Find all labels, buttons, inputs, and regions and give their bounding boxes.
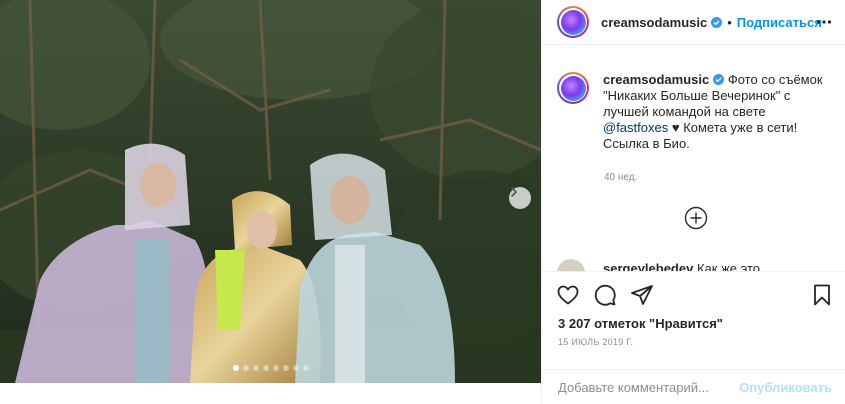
comment-item: sergeylebedev Как же это bbox=[557, 257, 837, 271]
carousel-dot bbox=[272, 365, 279, 371]
more-horizontal-icon[interactable] bbox=[816, 14, 832, 30]
heart-glyph-icon: ♥ bbox=[671, 120, 680, 135]
post-photo[interactable] bbox=[0, 0, 541, 383]
caption-avatar[interactable] bbox=[557, 72, 589, 104]
chevron-right-icon bbox=[511, 187, 517, 197]
carousel-next-button[interactable] bbox=[509, 187, 531, 209]
carousel-dot bbox=[242, 365, 249, 371]
carousel-dot bbox=[302, 365, 309, 371]
carousel-dot bbox=[262, 365, 269, 371]
avatar[interactable] bbox=[557, 6, 589, 38]
add-comment-bar: Опубликовать bbox=[542, 369, 845, 404]
heart-icon[interactable] bbox=[556, 283, 580, 307]
commenter-username[interactable]: sergeylebedev bbox=[603, 261, 693, 271]
comment-input[interactable] bbox=[558, 380, 740, 395]
verified-badge-icon bbox=[711, 16, 723, 28]
likes-count[interactable]: 3 207 отметок "Нравится" bbox=[558, 316, 723, 331]
caption-mention-link[interactable]: @fastfoxes bbox=[603, 120, 668, 135]
comment-text: Как же это bbox=[696, 261, 760, 271]
publish-button[interactable]: Опубликовать bbox=[739, 380, 832, 395]
share-icon[interactable] bbox=[630, 283, 654, 307]
carousel-dots bbox=[0, 365, 541, 371]
header-separator: • bbox=[727, 14, 732, 30]
action-buttons bbox=[556, 283, 654, 307]
photo-bottom-spacer bbox=[0, 383, 541, 404]
post-caption: creamsodamusic Фото со съёмок "Никаких Б… bbox=[557, 72, 837, 152]
caption-username[interactable]: creamsodamusic bbox=[603, 72, 709, 87]
follow-button[interactable]: Подписаться bbox=[737, 15, 822, 30]
bookmark-icon[interactable] bbox=[812, 284, 832, 306]
plus-circle-icon[interactable] bbox=[684, 206, 708, 230]
comment-icon[interactable] bbox=[593, 283, 617, 307]
caption-time[interactable]: 40 нед. bbox=[604, 172, 637, 183]
commenter-avatar[interactable] bbox=[557, 259, 585, 271]
post-actions: 3 207 отметок "Нравится" 15 ИЮЛЬ 2019 Г.… bbox=[542, 271, 845, 404]
caption-text: creamsodamusic Фото со съёмок "Никаких Б… bbox=[603, 72, 833, 152]
carousel-dot bbox=[292, 365, 299, 371]
post-photo-image bbox=[0, 0, 541, 383]
carousel-dot bbox=[232, 365, 239, 371]
post-header: creamsodamusic • Подписаться bbox=[542, 0, 845, 45]
carousel-dot bbox=[252, 365, 259, 371]
avatar-image bbox=[560, 9, 586, 35]
header-username[interactable]: creamsodamusic bbox=[601, 15, 707, 30]
post-date: 15 ИЮЛЬ 2019 Г. bbox=[558, 337, 634, 347]
carousel-dot bbox=[282, 365, 289, 371]
verified-badge-icon bbox=[713, 74, 725, 85]
post-side-panel: creamsodamusic • Подписаться creamsodamu… bbox=[541, 0, 845, 404]
